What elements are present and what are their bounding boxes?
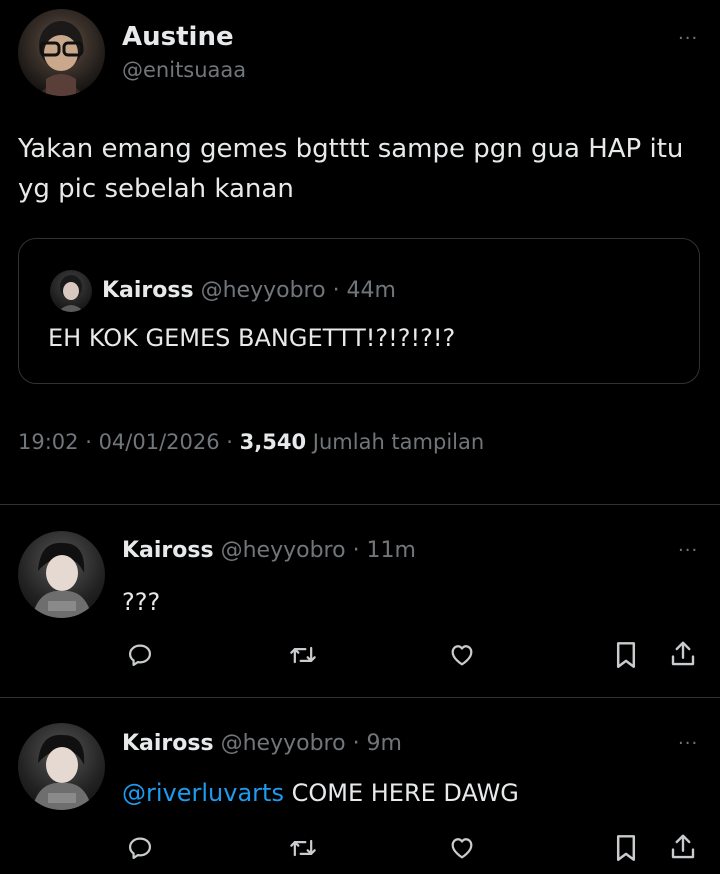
- retweet-icon[interactable]: [287, 834, 319, 862]
- divider-top: [0, 504, 720, 505]
- retweet-icon[interactable]: [287, 641, 319, 669]
- reply-author-name[interactable]: Kaiross: [122, 731, 214, 756]
- more-icon[interactable]: ···: [678, 28, 698, 49]
- quote-author-name[interactable]: Kaiross: [102, 278, 194, 303]
- quote-text: EH KOK GEMES BANGETTT!?!?!?!?: [48, 324, 456, 352]
- more-icon[interactable]: ···: [678, 733, 698, 754]
- quote-avatar-illustration: [58, 275, 84, 312]
- quote-avatar: [50, 270, 92, 312]
- tweet-time: 19:02: [18, 430, 79, 454]
- view-count: 3,540: [239, 430, 307, 454]
- like-icon[interactable]: [447, 641, 477, 669]
- share-icon[interactable]: [668, 639, 698, 669]
- reply-timestamp: · 11m: [352, 538, 416, 563]
- bookmark-icon[interactable]: [613, 832, 639, 864]
- reply-text-body: COME HERE DAWG: [283, 779, 519, 807]
- reply-avatar[interactable]: [18, 531, 105, 618]
- reply-author-handle[interactable]: @heyyobro: [221, 538, 346, 563]
- tweet-text-line2: yg pic sebelah kanan: [18, 174, 294, 204]
- mention-link[interactable]: @riverluvarts: [122, 779, 284, 807]
- quote-timestamp: · 44m: [332, 278, 396, 303]
- quote-header: Kaiross @heyyobro · 44m: [102, 278, 396, 303]
- tweet-meta: 19:02 · 04/01/2026 · 3,540 Jumlah tampil…: [18, 430, 484, 454]
- reply-avatar-illustration: [32, 542, 92, 618]
- quote-card[interactable]: [18, 238, 700, 384]
- reply-avatar[interactable]: [18, 723, 105, 810]
- reply-author-handle[interactable]: @heyyobro: [221, 731, 346, 756]
- reply-author-name[interactable]: Kaiross: [122, 538, 214, 563]
- reply-header: Kaiross @heyyobro · 11m: [122, 538, 416, 563]
- quote-author-handle[interactable]: @heyyobro: [201, 278, 326, 303]
- share-icon[interactable]: [668, 832, 698, 862]
- more-icon[interactable]: ···: [678, 540, 698, 561]
- reply-icon[interactable]: [126, 834, 154, 862]
- bookmark-icon[interactable]: [613, 639, 639, 671]
- reply-header: Kaiross @heyyobro · 9m: [122, 731, 402, 756]
- reply-timestamp: · 9m: [352, 731, 402, 756]
- reply-text: @riverluvarts COME HERE DAWG: [122, 779, 519, 807]
- tweet-text-line1: Yakan emang gemes bgtttt sampe pgn gua H…: [18, 134, 684, 164]
- author-avatar[interactable]: [18, 9, 105, 96]
- reply-avatar-illustration: [32, 734, 92, 810]
- reply-icon[interactable]: [126, 641, 154, 669]
- author-name[interactable]: Austine: [122, 22, 234, 52]
- reply-text: ???: [122, 588, 161, 616]
- divider-middle: [0, 697, 720, 698]
- author-handle[interactable]: @enitsuaaa: [122, 58, 246, 82]
- view-count-label: Jumlah tampilan: [312, 430, 485, 454]
- avatar-illustration: [38, 21, 84, 96]
- tweet-date: · 04/01/2026 ·: [85, 430, 233, 454]
- like-icon[interactable]: [447, 834, 477, 862]
